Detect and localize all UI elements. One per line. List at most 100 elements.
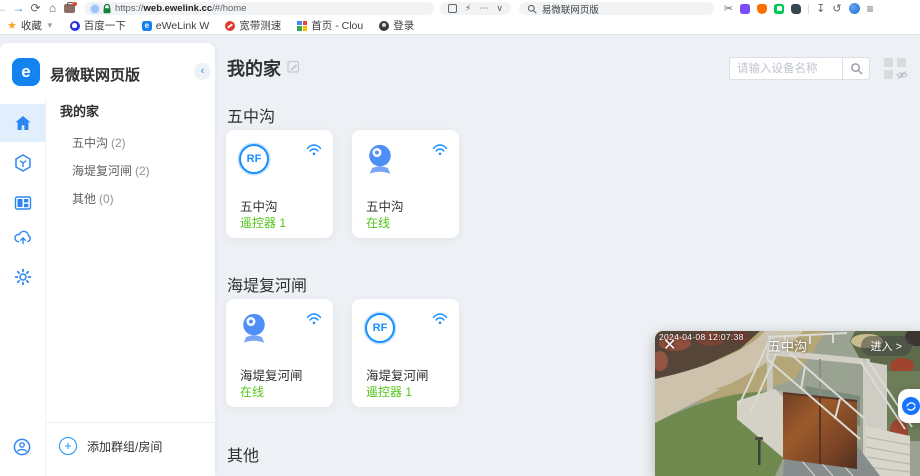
sidebar-item-group-3[interactable]: 其他(0) <box>72 190 114 207</box>
bookmark-label: 首页 - Clou <box>311 18 363 33</box>
menu-icon[interactable]: ≡ <box>867 2 874 16</box>
browser-extensions-group: ✂ ↧ ↺ ≡ <box>724 2 874 16</box>
device-search-input[interactable] <box>730 58 842 79</box>
wifi-icon <box>306 313 322 325</box>
device-card[interactable]: RF 海堤复河闸 遥控器 1 <box>352 299 459 407</box>
bookmark-baidu[interactable]: 百度一下 <box>65 17 131 35</box>
group-label: 五中沟 <box>72 136 108 150</box>
scene-tab-icon[interactable] <box>13 153 33 173</box>
camera-title: 五中沟 <box>768 336 807 355</box>
toolbar-separator <box>808 4 809 14</box>
rf-remote-icon: RF <box>239 144 269 174</box>
camera-preview[interactable]: 2024-04-08 12:07:38 ✕ 五中沟 进入 > <box>655 331 920 476</box>
purple-extension-icon[interactable] <box>740 4 750 14</box>
baidu-favicon <box>70 21 80 31</box>
group-count: (2) <box>111 136 126 150</box>
hide-offline-toggle-icon[interactable] <box>896 70 908 80</box>
edit-home-icon[interactable] <box>287 60 300 73</box>
history-icon[interactable]: ↺ <box>832 2 841 15</box>
floating-service-widget[interactable] <box>898 389 920 423</box>
reload-icon[interactable]: ⟳ <box>27 0 44 17</box>
speedtest-favicon <box>225 21 235 31</box>
lightning-icon[interactable]: ⚡ <box>465 3 471 14</box>
card-size-toggle-3[interactable] <box>884 70 893 79</box>
back-icon[interactable]: ← <box>0 0 10 17</box>
add-group-label: 添加群组/房间 <box>87 438 162 455</box>
url-protocol: https:// <box>115 3 144 14</box>
star-icon: ★ <box>7 21 17 31</box>
bookmark-label: 登录 <box>393 18 414 33</box>
bookmark-login[interactable]: 登录 <box>374 17 419 35</box>
account-icon[interactable] <box>12 437 32 457</box>
bookmark-label: 宽带测速 <box>239 18 281 33</box>
blue-app-icon[interactable] <box>849 3 860 14</box>
green-extension-icon[interactable] <box>774 4 784 14</box>
group-label: 其他 <box>72 192 96 206</box>
search-icon <box>527 4 537 14</box>
device-search-button[interactable] <box>842 58 869 79</box>
downloads-icon[interactable]: ↧ <box>816 2 825 15</box>
caret-down-icon: ▼ <box>46 21 54 30</box>
app-title: 易微联网页版 <box>50 64 140 85</box>
cloud-upload-tab-icon[interactable] <box>13 227 33 247</box>
more-tools-icon[interactable]: ⋯ <box>479 3 488 14</box>
device-status: 遥控器 1 <box>240 214 286 231</box>
device-card[interactable]: RF 五中沟 遥控器 1 <box>226 130 333 238</box>
close-icon[interactable]: ✕ <box>663 338 676 354</box>
ewelink-favicon: e <box>142 21 152 31</box>
sidebar-collapse-button[interactable]: ‹ <box>194 63 211 80</box>
rf-remote-icon: RF <box>365 313 395 343</box>
bookmark-speedtest[interactable]: 宽带测速 <box>220 17 286 35</box>
browser-toolbar: ← → ⟳ ⌂ https://web.ewelink.cc/#/home ⚡ … <box>0 0 920 17</box>
scissors-icon[interactable]: ✂ <box>724 2 733 15</box>
page-tools-group: ⚡ ⋯ ∨ <box>440 2 511 15</box>
device-name: 海堤复河闸 <box>366 365 429 384</box>
chevron-down-icon[interactable]: ∨ <box>496 3 503 14</box>
section-title: 海堤复河闸 <box>227 272 307 296</box>
settings-tab-icon[interactable] <box>13 267 33 287</box>
add-group-button[interactable]: + 添加群组/房间 <box>59 437 162 455</box>
enter-camera-button[interactable]: 进入 > <box>861 336 912 356</box>
home-tab-icon[interactable] <box>13 113 33 133</box>
device-status: 遥控器 1 <box>366 383 412 400</box>
sidebar: e 易微联网页版 ‹ 我的家 五中沟(2) 海堤复河闸(2) 其他(0) + 添… <box>0 43 215 476</box>
grid-favicon <box>297 21 307 31</box>
briefcase-extension-icon[interactable] <box>64 4 75 13</box>
devices-tab-icon[interactable] <box>13 193 33 213</box>
bookmarks-folder[interactable]: ★ 收藏 ▼ <box>2 17 59 35</box>
device-name: 五中沟 <box>366 196 404 215</box>
card-size-toggle-1[interactable] <box>884 58 893 67</box>
bookmarks-bar: ★ 收藏 ▼ 百度一下 e eWeLink W 宽带测速 首页 - Clou 登… <box>0 17 920 35</box>
wifi-icon <box>432 144 448 156</box>
bookmark-ewelink[interactable]: e eWeLink W <box>137 17 215 35</box>
device-status: 在线 <box>366 214 390 231</box>
device-card[interactable]: 五中沟 在线 <box>352 130 459 238</box>
camera-icon <box>363 142 397 176</box>
camera-icon <box>237 311 271 345</box>
translate-icon[interactable] <box>448 4 457 13</box>
gamepad-extension-icon[interactable] <box>757 4 767 14</box>
sidebar-item-group-2[interactable]: 海堤复河闸(2) <box>72 162 150 179</box>
card-size-toggle-2[interactable] <box>897 58 906 67</box>
sidebar-item-my-home[interactable]: 我的家 <box>60 101 99 120</box>
ewelink-logo: e <box>12 58 40 86</box>
url-text: https://web.ewelink.cc/#/home <box>115 3 247 14</box>
plus-icon: + <box>59 437 77 455</box>
forward-icon[interactable]: → <box>10 0 27 17</box>
section-title: 其他 <box>227 442 259 466</box>
sidebar-item-group-1[interactable]: 五中沟(2) <box>72 134 126 151</box>
sidebar-divider <box>46 422 215 423</box>
browser-search-box[interactable]: 易微联网页版 <box>519 2 714 15</box>
browser-search-text: 易微联网页版 <box>542 2 599 16</box>
device-search <box>729 57 870 80</box>
home-icon[interactable]: ⌂ <box>44 0 61 17</box>
login-favicon <box>379 21 389 31</box>
dark-extension-icon[interactable] <box>791 4 801 14</box>
address-bar[interactable]: https://web.ewelink.cc/#/home <box>84 2 434 15</box>
site-favicon <box>91 5 99 13</box>
device-card[interactable]: 海堤复河闸 在线 <box>226 299 333 407</box>
section-title: 五中沟 <box>227 103 275 127</box>
lock-icon <box>103 4 111 14</box>
bookmark-cloud-home[interactable]: 首页 - Clou <box>292 17 368 35</box>
wifi-icon <box>432 313 448 325</box>
